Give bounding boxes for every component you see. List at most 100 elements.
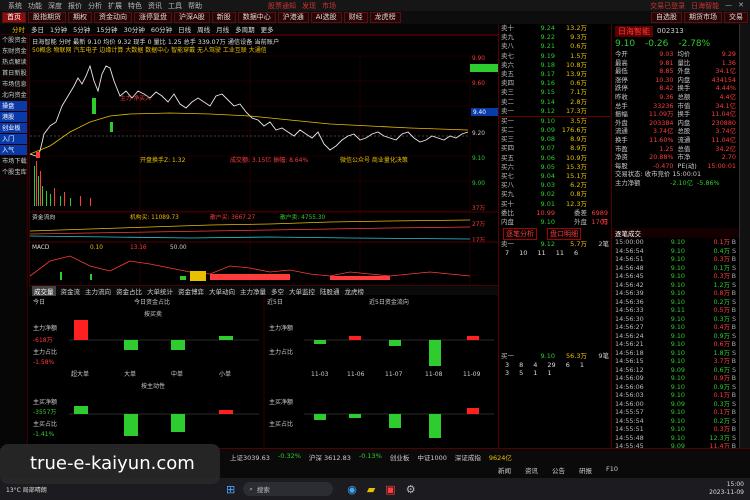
trade-login-status[interactable]: 交易已登录 <box>650 1 685 11</box>
sidebar-item-market-info[interactable]: 市场信息 <box>0 79 27 90</box>
btab-connect[interactable]: 陆股通 <box>320 286 340 296</box>
period-day[interactable]: 日线 <box>178 24 191 34</box>
status-tab-report[interactable]: 研报 <box>579 465 592 475</box>
status-tab-f10[interactable]: F10 <box>606 465 618 475</box>
period-month[interactable]: 月线 <box>216 24 229 34</box>
period-multiday[interactable]: 多日 <box>31 24 44 34</box>
sidebar-item-stock-capital[interactable]: 个股资金 <box>0 35 27 46</box>
status-tab-info[interactable]: 资讯 <box>525 465 538 475</box>
btab-game[interactable]: 资金博弈 <box>178 286 204 296</box>
tab-hkconnect[interactable]: 沪港通 <box>277 12 309 23</box>
btab-bigorder[interactable]: 大单统计 <box>147 286 173 296</box>
menu-item-help[interactable]: 帮助 <box>188 1 202 11</box>
sidebar-item-em-capital[interactable]: 东财资金 <box>0 46 27 57</box>
alert-discover[interactable]: 发现 <box>302 1 316 11</box>
taskbar-search[interactable]: ⌕ 搜索 <box>243 482 334 496</box>
btab-ratio[interactable]: 资金占比 <box>116 286 142 296</box>
tick-list[interactable]: 逐笔成交 15:00:00 9.10 0.1万 B 14:56:54 9.10 0.4万 S 1… <box>611 228 739 450</box>
sell-level-9-cell-0: 卖一 <box>501 106 514 115</box>
detail-tab[interactable]: 盘口明细 <box>547 228 581 240</box>
buy-level-0-cell-1: 9.10 <box>540 116 555 125</box>
btab-main[interactable]: 主力流向 <box>85 286 111 296</box>
tab-finance[interactable]: 财经 <box>343 12 368 23</box>
tab-home[interactable]: 首页 <box>2 12 26 23</box>
right-scrollbar[interactable] <box>739 24 750 448</box>
index-sh[interactable]: 上证3039.63 <box>230 452 270 462</box>
period-more[interactable]: 更多 <box>261 24 274 34</box>
weather-widget[interactable]: 13°C 局部晴朗 <box>6 485 66 494</box>
period-intraday[interactable]: 分时 <box>12 24 25 34</box>
menu-item-system[interactable]: 系统 <box>8 1 22 11</box>
menu-item-extend[interactable]: 扩展 <box>108 1 122 11</box>
start-icon[interactable]: ⊞ <box>226 483 235 496</box>
period-week[interactable]: 周线 <box>197 24 210 34</box>
intraday-chart[interactable]: 日海智能 分时 最新 9.10 均价 9.32 现手 0 量比 1.25 总手 … <box>29 35 499 297</box>
btab-monitor[interactable]: 大单监控 <box>289 286 315 296</box>
sidebar-item-gem[interactable]: 创业板 <box>0 123 27 134</box>
tab-capital[interactable]: 资金动向 <box>94 12 132 23</box>
alert-stock[interactable]: 股票通知 <box>268 1 296 11</box>
clock[interactable]: 15:00 2023-11-09 <box>709 481 744 497</box>
tab-futures-market[interactable]: 期货市场 <box>684 12 722 23</box>
tab-newshares[interactable]: 新股 <box>211 12 236 23</box>
sidebar-item-hot[interactable]: 热点解读 <box>0 57 27 68</box>
period-5min[interactable]: 5分钟 <box>73 24 90 34</box>
minimize-icon[interactable]: — <box>725 1 732 11</box>
period-1min[interactable]: 1分钟 <box>50 24 67 34</box>
sidebar-item-popular[interactable]: 入气 <box>0 145 27 156</box>
btab-trend[interactable]: 大单动向 <box>209 286 235 296</box>
menu-item-depth[interactable]: 深度 <box>48 1 62 11</box>
period-30min[interactable]: 30分钟 <box>124 24 145 34</box>
app-icon-folder[interactable]: ▰ <box>367 483 375 496</box>
status-tab-news[interactable]: 新闻 <box>498 465 511 475</box>
tab-options[interactable]: 期权 <box>68 12 92 23</box>
app-icon-settings[interactable]: ⚙ <box>406 483 416 496</box>
index-gem[interactable]: 创业板 <box>390 452 410 462</box>
info-row-1-cell-3: 1.36 <box>721 58 736 67</box>
index-csi[interactable]: 中证1000 <box>417 452 447 462</box>
tab-dragon[interactable]: 龙虎榜 <box>369 12 401 23</box>
btab-volume[interactable]: 成交量 <box>32 285 56 296</box>
tab-limitup[interactable]: 涨停复盘 <box>134 12 172 23</box>
tab-futures[interactable]: 股指期货 <box>28 12 66 23</box>
menu-item-tools[interactable]: 工具 <box>168 1 182 11</box>
alert-market[interactable]: 市场 <box>322 1 336 11</box>
period-60min[interactable]: 60分钟 <box>151 24 172 34</box>
app-icon-browser[interactable]: ◉ <box>347 483 357 496</box>
tick-row-22: 14:55:51 9.10 0.3万 B <box>612 425 739 434</box>
sidebar-item-download[interactable]: 市场下载 <box>0 156 27 167</box>
status-tab-notice[interactable]: 公告 <box>552 465 565 475</box>
close-icon[interactable]: ✕ <box>738 1 744 11</box>
btab-bullbear[interactable]: 多空 <box>271 286 284 296</box>
tab-trade[interactable]: 交易 <box>724 12 748 23</box>
period-multi[interactable]: 多周期 <box>235 24 255 34</box>
menu-item-analysis[interactable]: 分析 <box>88 1 102 11</box>
bar2-superlarge <box>74 406 88 414</box>
mid-sell-vol: 5.7万 <box>570 240 587 248</box>
sidebar-item-north[interactable]: 北向资金 <box>0 90 27 101</box>
menu-item-special[interactable]: 特色 <box>128 1 142 11</box>
menu-item-function[interactable]: 功能 <box>28 1 42 11</box>
index-sz[interactable]: 深证成指 <box>455 452 481 462</box>
menu-item-quote[interactable]: 报价 <box>68 1 82 11</box>
period-15min[interactable]: 15分钟 <box>96 24 117 34</box>
sidebar-item-hk[interactable]: 港股 <box>0 112 27 123</box>
tab-datacenter[interactable]: 数据中心 <box>237 12 276 23</box>
sidebar-item-library[interactable]: 个股宝库 <box>0 167 27 178</box>
btab-flow[interactable]: 资金流 <box>61 286 81 296</box>
tab-ai[interactable]: AI选股 <box>310 12 342 23</box>
sell-level-0-cell-0: 卖十 <box>501 24 514 32</box>
btab-dragon[interactable]: 龙虎榜 <box>345 286 365 296</box>
index-hs[interactable]: 沪深 3612.83 <box>309 452 351 462</box>
sidebar-item-ipo[interactable]: 首日新股 <box>0 68 27 79</box>
btab-netvol[interactable]: 主力净量 <box>240 286 266 296</box>
app-icon-stock[interactable]: ▣ <box>385 483 395 496</box>
sell-level-1: 卖九 9.22 9.3万 <box>499 33 610 42</box>
tab-ashares[interactable]: 沪深A股 <box>174 12 210 23</box>
tab-watchlist[interactable]: 自选股 <box>651 12 682 23</box>
sidebar-item-intro[interactable]: 入门 <box>0 134 27 145</box>
analysis-tab[interactable]: 逐笔分析 <box>503 228 537 240</box>
sidebar-item-trade[interactable]: 操盘 <box>0 101 27 112</box>
menu-item-info[interactable]: 资讯 <box>148 1 162 11</box>
buy-level-1: 买二 9.09 176.6万 <box>499 126 610 135</box>
